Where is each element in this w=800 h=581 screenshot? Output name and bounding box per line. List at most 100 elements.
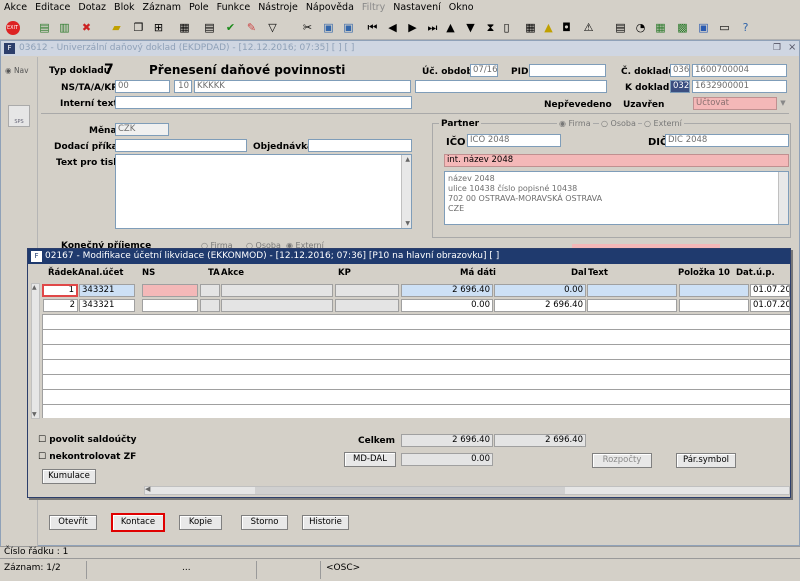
scissors-icon[interactable]: ✂ bbox=[299, 19, 316, 36]
dic-field[interactable]: DIČ 2048 bbox=[665, 134, 789, 147]
row2-kp[interactable] bbox=[335, 299, 399, 312]
prev-record-icon[interactable]: ◀ bbox=[384, 19, 401, 36]
exit-icon[interactable]: EXIT bbox=[4, 19, 21, 36]
execute-query-icon[interactable]: ▦ bbox=[176, 19, 193, 36]
partner-externi-radio[interactable]: ○ Externí bbox=[642, 119, 684, 128]
last-record-icon[interactable]: ⏭ bbox=[424, 19, 441, 36]
scrollbar[interactable] bbox=[401, 155, 411, 228]
copy-icon[interactable]: ❐ bbox=[130, 19, 147, 36]
paste-icon[interactable]: ▣ bbox=[320, 19, 337, 36]
close-icon[interactable]: × bbox=[788, 42, 796, 53]
int-nazev-field[interactable]: int. název 2048 bbox=[444, 154, 789, 167]
chart-icon[interactable]: ▲ bbox=[540, 19, 557, 36]
row1-akce[interactable] bbox=[221, 284, 333, 297]
text-pro-tisk-area[interactable]: ▲ ▼ bbox=[115, 154, 412, 229]
help-icon[interactable]: ? bbox=[737, 19, 754, 36]
kumulace-button[interactable]: Kumulace bbox=[42, 469, 96, 484]
kp-field[interactable] bbox=[415, 80, 607, 93]
row2-polozka[interactable] bbox=[679, 299, 749, 312]
clock-icon[interactable]: ◔ bbox=[632, 19, 649, 36]
otevrit-button[interactable]: Otevřít bbox=[49, 515, 97, 530]
partner-osoba-radio[interactable]: ○ Osoba bbox=[599, 119, 638, 128]
window-icon[interactable]: ▭ bbox=[716, 19, 733, 36]
k-dokladu-field[interactable]: 1632900001 bbox=[692, 80, 787, 93]
row1-text[interactable] bbox=[587, 284, 677, 297]
query-icon[interactable]: ⊞ bbox=[150, 19, 167, 36]
par-symbol-button[interactable]: Pár.symbol bbox=[676, 453, 736, 468]
ns-field[interactable]: 00 bbox=[115, 80, 170, 93]
row1-ns[interactable] bbox=[142, 284, 198, 297]
row2-dal[interactable]: 2 696.40 bbox=[494, 299, 586, 312]
excel-icon[interactable]: ▦ bbox=[652, 19, 669, 36]
povolit-saldoucty-checkbox[interactable]: ☐ povolit saldoúčty bbox=[38, 435, 137, 445]
historie-button[interactable]: Historie bbox=[302, 515, 349, 530]
scroll-left-icon[interactable]: ◀ bbox=[145, 485, 150, 493]
menu-nastroje[interactable]: Nástroje bbox=[254, 0, 302, 16]
row1-ta[interactable] bbox=[200, 284, 220, 297]
report-icon[interactable]: ▤ bbox=[612, 19, 629, 36]
kontace-button[interactable]: Kontace bbox=[111, 513, 165, 532]
menu-filtry[interactable]: Filtry bbox=[358, 0, 389, 16]
hourglass-icon[interactable]: ⧗ bbox=[482, 19, 499, 36]
mena-field[interactable]: CZK bbox=[115, 123, 169, 136]
menu-dotaz[interactable]: Dotaz bbox=[74, 0, 110, 16]
menu-funkce[interactable]: Funkce bbox=[213, 0, 255, 16]
pid-field[interactable] bbox=[529, 64, 606, 77]
rozpocty-button[interactable]: Rozpočty bbox=[592, 453, 652, 468]
down-record-icon[interactable]: ▼ bbox=[462, 19, 479, 36]
grid-scrollbar[interactable]: ▲ ▼ bbox=[31, 283, 40, 419]
row2-datup[interactable]: 01.07.201 bbox=[750, 299, 790, 312]
folder-icon[interactable]: ▰ bbox=[108, 19, 125, 36]
restore-icon[interactable]: ❐ bbox=[773, 43, 781, 53]
row2-radek[interactable]: 2 bbox=[43, 299, 78, 312]
horizontal-scrollbar[interactable]: ◀ bbox=[144, 485, 790, 495]
document-icon[interactable]: ▯ bbox=[498, 19, 515, 36]
lock-icon[interactable]: ◘ bbox=[558, 19, 575, 36]
scroll-up-icon[interactable]: ▲ bbox=[32, 284, 37, 291]
kopie-button[interactable]: Kopie bbox=[179, 515, 222, 530]
scrollbar[interactable] bbox=[778, 172, 788, 224]
row1-radek[interactable]: 1 bbox=[42, 284, 78, 297]
row1-kp[interactable] bbox=[335, 284, 399, 297]
first-record-icon[interactable]: ⏮ bbox=[364, 19, 381, 36]
scroll-up-icon[interactable]: ▲ bbox=[405, 156, 410, 163]
row2-anal[interactable]: 343321 bbox=[79, 299, 135, 312]
filter-icon[interactable]: ▽ bbox=[264, 19, 281, 36]
menu-akce[interactable]: Akce bbox=[0, 0, 31, 16]
storno-button[interactable]: Storno bbox=[241, 515, 288, 530]
row2-akce[interactable] bbox=[221, 299, 333, 312]
sps-button[interactable]: SPS bbox=[8, 105, 30, 127]
a-field[interactable]: KKKKK bbox=[194, 80, 411, 93]
row1-datup[interactable]: 01.07.201 bbox=[750, 284, 790, 297]
check-icon[interactable]: ✔ bbox=[222, 19, 239, 36]
uzavren-select[interactable]: Účtovat bbox=[693, 97, 777, 110]
nekontrolovat-zf-checkbox[interactable]: ☐ nekontrolovat ZF bbox=[38, 452, 136, 462]
ta-field[interactable]: 10 bbox=[174, 80, 192, 93]
duplicate-record-icon[interactable]: ▥ bbox=[56, 19, 73, 36]
k-dokladu-prefix[interactable]: 032 bbox=[670, 80, 690, 93]
row2-text[interactable] bbox=[587, 299, 677, 312]
next-record-icon[interactable]: ▶ bbox=[404, 19, 421, 36]
menu-blok[interactable]: Blok bbox=[110, 0, 138, 16]
dodaci-prikaz-field[interactable] bbox=[115, 139, 247, 152]
uc-obdobi-field[interactable]: 07/16 bbox=[470, 64, 498, 77]
alert-icon[interactable]: ⚠ bbox=[580, 19, 597, 36]
menu-zaznam[interactable]: Záznam bbox=[139, 0, 185, 16]
menu-nastaveni[interactable]: Nastavení bbox=[389, 0, 445, 16]
menu-napoveda[interactable]: Nápověda bbox=[302, 0, 358, 16]
chevron-down-icon[interactable]: ▼ bbox=[777, 97, 789, 110]
objednavka-field[interactable] bbox=[308, 139, 412, 152]
delete-record-icon[interactable]: ✖ bbox=[78, 19, 95, 36]
up-record-icon[interactable]: ▲ bbox=[442, 19, 459, 36]
row2-ma-dati[interactable]: 0.00 bbox=[401, 299, 493, 312]
menu-okno[interactable]: Okno bbox=[445, 0, 478, 16]
c-dokladu-field[interactable]: 1600700004 bbox=[692, 64, 787, 77]
edit-icon[interactable]: ▣ bbox=[340, 19, 357, 36]
print-icon[interactable]: ▤ bbox=[201, 19, 218, 36]
row1-polozka[interactable] bbox=[679, 284, 749, 297]
nav-radio[interactable]: ◉ Nav bbox=[5, 66, 29, 75]
scroll-thumb[interactable] bbox=[255, 487, 565, 494]
ico-field[interactable]: IČO 2048 bbox=[467, 134, 561, 147]
row2-ns[interactable] bbox=[142, 299, 198, 312]
spreadsheet-icon[interactable]: ▩ bbox=[674, 19, 691, 36]
